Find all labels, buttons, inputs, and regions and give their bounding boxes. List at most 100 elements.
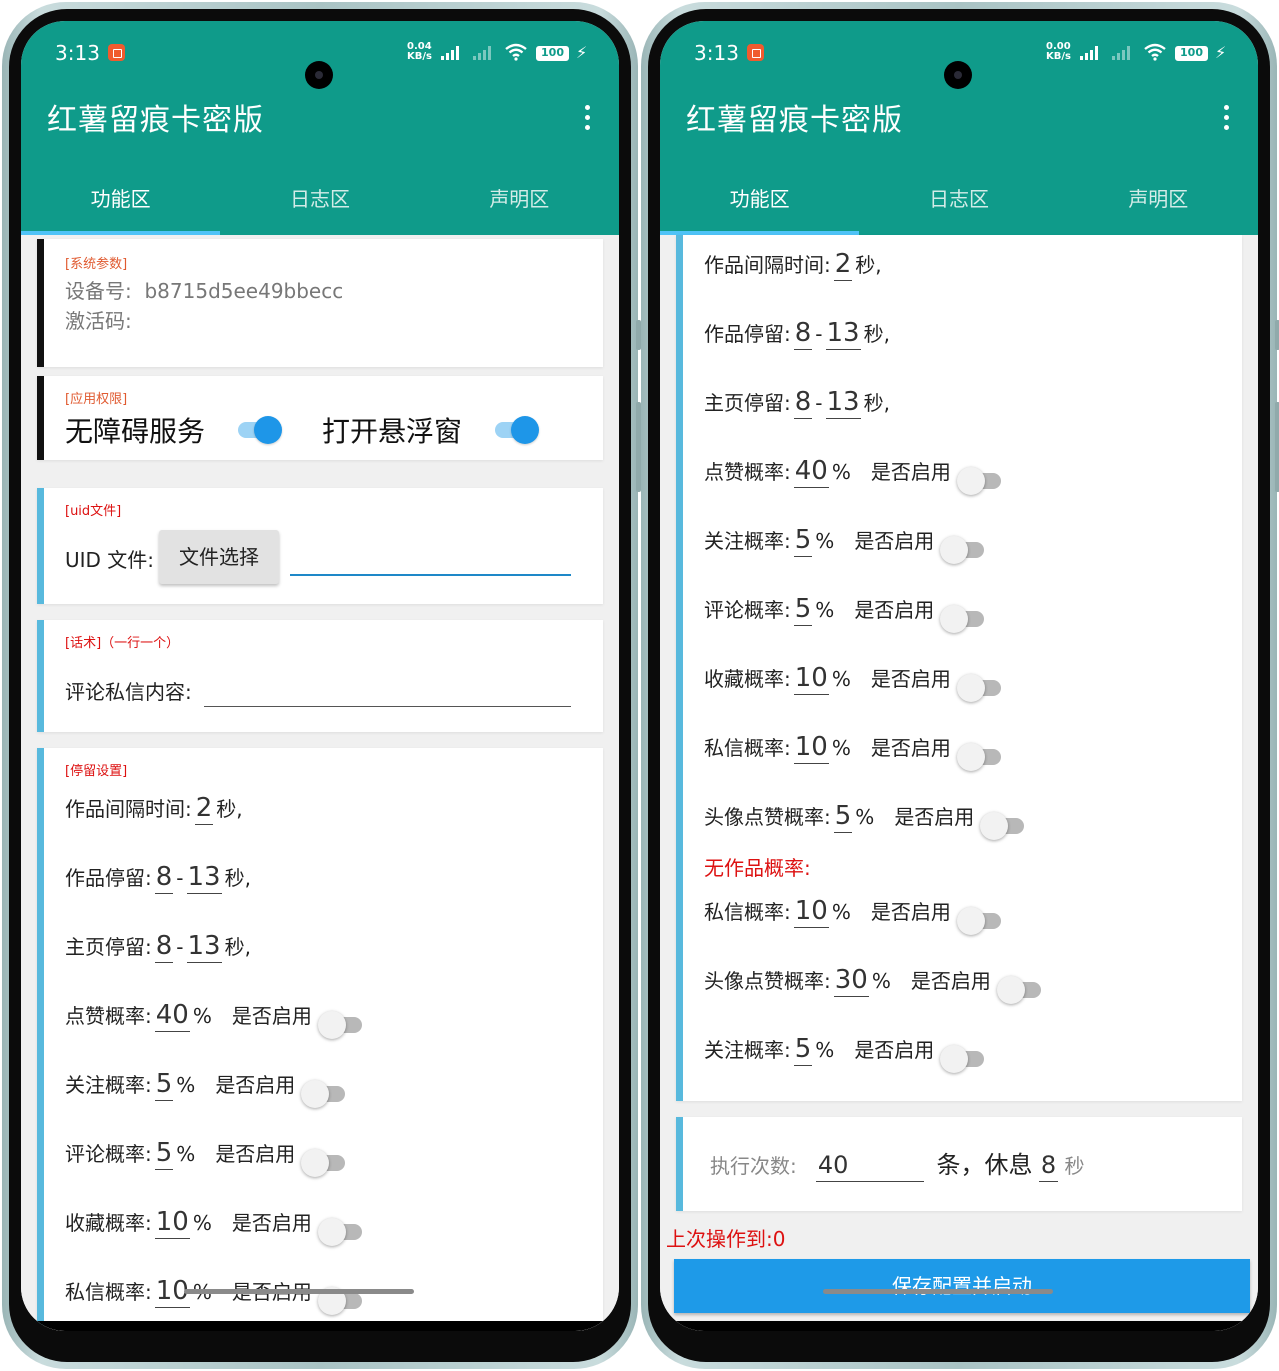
exec-row: 执行次数: 40 条，休息 8 秒 (710, 1145, 1085, 1182)
camera-hole (305, 61, 333, 89)
card-tag: [系统参数] (65, 257, 128, 272)
enable-toggle[interactable] (996, 974, 1045, 1004)
tab-statement[interactable]: 声明区 (420, 171, 619, 235)
tab-bar: 功能区 日志区 声明区 (660, 171, 1258, 235)
home-stay-max-input[interactable]: 13 (825, 386, 861, 419)
enable-toggle[interactable] (940, 534, 988, 564)
rate-input[interactable]: 5 (793, 524, 813, 557)
file-select-button[interactable]: 文件选择 (159, 530, 279, 584)
work-stay-max-input[interactable]: 13 (186, 861, 222, 894)
home-indicator[interactable] (823, 1289, 1053, 1294)
screen-left: 3:13 0.04 KB/s 100 ⚡ 红薯留痕卡密版 功能区 日志区 声明区… (21, 21, 619, 1331)
battery-icon: 100 (536, 46, 569, 61)
uid-file-field[interactable] (290, 574, 571, 576)
enable-toggle[interactable] (301, 1078, 349, 1108)
stay-settings-card: 作品间隔时间: 2 秒, 作品停留: 8-13 秒, 主页停留: 8-13 秒, 点赞概率:… (676, 235, 1242, 1101)
rate-input[interactable]: 10 (154, 1206, 190, 1239)
enable-label: 是否启用 (231, 1004, 312, 1028)
app-title: 红薯留痕卡密版 (686, 103, 903, 138)
enable-toggle[interactable] (301, 1147, 349, 1177)
rate-row: 收藏概率: 10% 是否启用 (65, 1206, 366, 1246)
work-stay-min-input[interactable]: 8 (793, 317, 813, 350)
stay-settings-card: [停留设置] 作品间隔时间: 2 秒, 作品停留: 8-13 秒, 主页停留: 8-13 秒… (37, 748, 603, 1331)
tab-functions[interactable]: 功能区 (660, 171, 860, 235)
signal-icon (441, 46, 463, 60)
rate-row: 私信概率:10%是否启用 (704, 731, 1005, 771)
work-stay-min-input[interactable]: 8 (154, 861, 174, 894)
signal-icon (1080, 46, 1102, 60)
net-speed: 0.04 KB/s (407, 41, 432, 62)
enable-toggle[interactable] (956, 741, 1005, 771)
net-speed: 0.00 KB/s (1046, 41, 1071, 62)
app-bar: 3:13 0.04 KB/s 100 ⚡ 红薯留痕卡密版 功能区 日志区 声明区 (21, 21, 619, 235)
enable-toggle[interactable] (317, 1009, 366, 1039)
enable-toggle[interactable] (956, 465, 1005, 495)
rate-row: 点赞概率: 40% 是否启用 (704, 455, 1005, 495)
rate-row: 点赞概率: 40% 是否启用 (65, 999, 366, 1039)
phone-right: 3:13 0.00 KB/s 100 ⚡ 红薯留痕卡密版 功能区 日志区 声明区… (641, 2, 1279, 1369)
rate-input[interactable]: 5 (793, 1033, 813, 1066)
card-tag: [话术]（一行一个） (65, 636, 180, 651)
enable-label: 是否启用 (910, 969, 991, 993)
comment-content-field[interactable] (204, 706, 571, 707)
accessibility-toggle[interactable] (234, 414, 282, 444)
interval-input[interactable]: 2 (833, 248, 853, 281)
floating-window-toggle[interactable] (491, 414, 539, 444)
home-stay-min-input[interactable]: 8 (154, 930, 174, 963)
card-tag: [应用权限] (65, 392, 128, 407)
card-tag: [停留设置] (65, 764, 128, 779)
enable-toggle[interactable] (940, 603, 988, 633)
interval-input[interactable]: 2 (194, 792, 214, 825)
app-title: 红薯留痕卡密版 (47, 103, 264, 138)
enable-toggle[interactable] (940, 1043, 988, 1073)
content-scroll[interactable]: [系统参数] 设备号: b8715d5ee49bbecc 激活码: [应用权限]… (21, 235, 619, 1331)
rate-input[interactable]: 10 (793, 731, 829, 764)
notification-icon (108, 44, 125, 61)
rate-input[interactable]: 30 (833, 964, 869, 997)
rate-input[interactable]: 40 (793, 455, 829, 488)
rate-row: 关注概率: 5% 是否启用 (704, 524, 988, 564)
status-time: 3:13 (694, 41, 739, 65)
tab-bar: 功能区 日志区 声明区 (21, 171, 619, 235)
tab-statement[interactable]: 声明区 (1059, 171, 1258, 235)
charging-icon: ⚡ (1215, 43, 1227, 62)
rate-row: 评论概率: 5% 是否启用 (65, 1137, 349, 1177)
rate-input[interactable]: 10 (793, 662, 829, 695)
home-stay-min-input[interactable]: 8 (793, 386, 813, 419)
more-menu-icon[interactable] (1224, 105, 1230, 131)
last-operation-text: 上次操作到:0 (666, 1227, 786, 1251)
enable-toggle[interactable] (956, 905, 1005, 935)
rest-seconds-input[interactable]: 8 (1038, 1149, 1059, 1182)
rate-row: 关注概率: 5% 是否启用 (704, 1033, 988, 1073)
enable-label: 是否启用 (870, 460, 951, 484)
enable-label: 是否启用 (870, 736, 951, 760)
tab-logs[interactable]: 日志区 (220, 171, 419, 235)
enable-toggle[interactable] (317, 1216, 366, 1246)
rate-input[interactable]: 40 (154, 999, 190, 1032)
save-and-start-button[interactable]: 保存配置并启动 (674, 1259, 1250, 1313)
rate-row: 私信概率:10%是否启用 (65, 1275, 366, 1315)
enable-toggle[interactable] (980, 810, 1028, 840)
enable-label: 是否启用 (894, 805, 975, 829)
home-indicator[interactable] (184, 1289, 414, 1294)
device-id-row: 设备号: b8715d5ee49bbecc (65, 279, 344, 303)
charging-icon: ⚡ (576, 43, 588, 62)
enable-label: 是否启用 (215, 1142, 296, 1166)
rate-input[interactable]: 10 (793, 895, 829, 928)
content-scroll[interactable]: 作品间隔时间: 2 秒, 作品停留: 8-13 秒, 主页停留: 8-13 秒, 点赞概率:… (660, 235, 1258, 1331)
rate-input[interactable]: 5 (154, 1137, 174, 1170)
uid-file-label: UID 文件: (65, 548, 155, 572)
tab-functions[interactable]: 功能区 (21, 171, 221, 235)
signal-2-icon (473, 46, 495, 60)
rate-input[interactable]: 5 (833, 800, 853, 833)
enable-label: 是否启用 (854, 1038, 935, 1062)
work-stay-max-input[interactable]: 13 (825, 317, 861, 350)
enable-toggle[interactable] (956, 672, 1005, 702)
rate-input[interactable]: 5 (154, 1068, 174, 1101)
exec-count-input[interactable]: 40 (815, 1149, 924, 1182)
tab-logs[interactable]: 日志区 (859, 171, 1058, 235)
rate-input[interactable]: 5 (793, 593, 813, 626)
home-stay-max-input[interactable]: 13 (186, 930, 222, 963)
more-menu-icon[interactable] (585, 105, 591, 131)
permissions-card: [应用权限] 无障碍服务 打开悬浮窗 (37, 376, 603, 460)
